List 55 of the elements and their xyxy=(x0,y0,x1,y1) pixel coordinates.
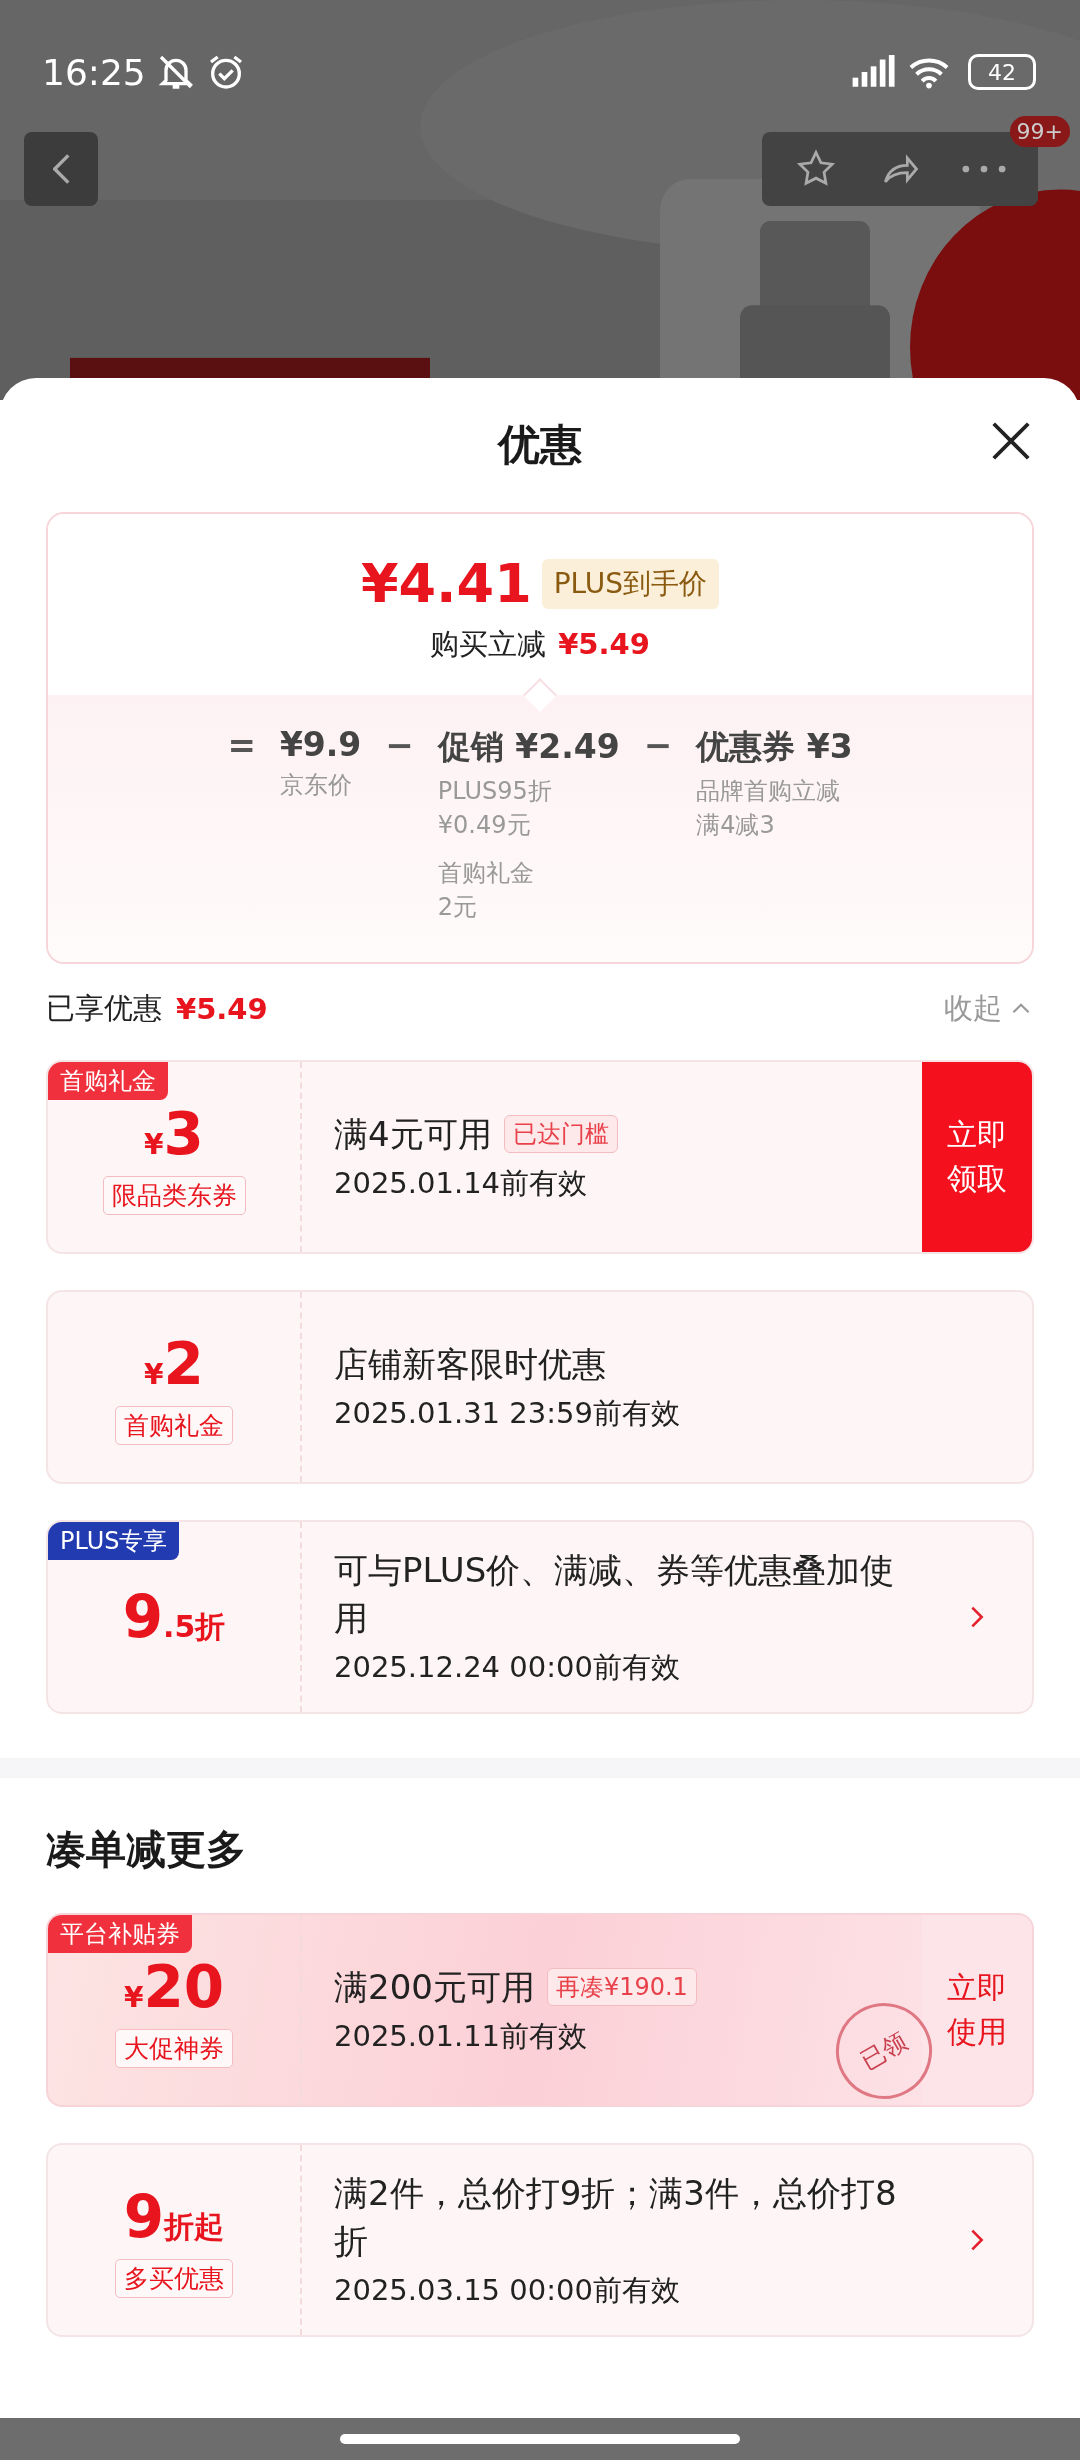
discount-amount: ¥5.49 xyxy=(176,992,268,1026)
threshold-badge: 已达门槛 xyxy=(503,1115,618,1153)
coupon-title: 满200元可用 xyxy=(334,1966,535,2009)
coupon-title: 可与PLUS价、满减、券等优惠叠加使用 xyxy=(334,1549,896,1640)
coupon-amount: ¥3 xyxy=(144,1099,204,1168)
section-title: 凑单减更多 xyxy=(45,1825,247,1874)
threshold-badge: 再凑¥190.1 xyxy=(546,1968,697,2006)
operator: = xyxy=(227,725,256,765)
coupon-tag: PLUS专享 xyxy=(48,1522,180,1560)
coupon-type-label: 限品类东券 xyxy=(102,1175,246,1215)
collapse-toggle[interactable]: 收起 xyxy=(944,989,1034,1029)
saving-label: 购买立减 xyxy=(430,626,547,663)
breakdown-amount: ¥9.9 xyxy=(279,725,362,764)
sheet-title: 优惠 xyxy=(498,419,582,471)
operator: − xyxy=(643,725,673,765)
breakdown-note: 满4减3 xyxy=(696,810,776,841)
coupon-amount: 9折起 xyxy=(123,2182,225,2251)
use-button[interactable]: 立即使用 xyxy=(922,1915,1032,2105)
breakdown-amount: 优惠券 ¥3 xyxy=(696,726,853,768)
notification-badge: 99+ xyxy=(1009,116,1070,147)
claim-button[interactable]: 立即领取 xyxy=(922,1062,1032,1252)
breakdown-amount: 促销 ¥2.49 xyxy=(437,726,620,768)
chevron-left-icon xyxy=(52,153,70,185)
clock-time: 16:25 xyxy=(42,51,146,93)
coupon-title: 满4元可用 xyxy=(334,1113,492,1156)
coupon-tag: 首购礼金 xyxy=(48,1062,168,1100)
operator: − xyxy=(385,725,414,765)
coupon-type-label: 多买优惠 xyxy=(115,2258,233,2298)
breakdown-note: 品牌首购立减 xyxy=(696,776,842,807)
coupon-amount: ¥20 xyxy=(123,1952,225,2021)
coupon-title: 店铺新客限时优惠 xyxy=(334,1343,606,1386)
coupon-type-label: 首购礼金 xyxy=(115,1405,233,1445)
saving-amount: ¥5.49 xyxy=(558,627,650,661)
final-price: ¥4.41 xyxy=(360,552,532,615)
coupon-tag: 平台补贴券 xyxy=(48,1915,192,1953)
signal-icon xyxy=(850,55,896,89)
coupon-amount: 9.5折 xyxy=(122,1583,226,1651)
more-icon xyxy=(962,165,1006,173)
expiry-date: 2025.01.11前有效 xyxy=(334,2018,588,2055)
price-tag: PLUS到手价 xyxy=(541,558,720,609)
coupon-title: 满2件，总价打9折；满3件，总价打8折 xyxy=(334,2172,898,2263)
breakdown-note: ¥0.49元 xyxy=(437,810,532,841)
expiry-date: 2025.01.31 23:59前有效 xyxy=(334,1395,680,1432)
coupon-type-label: 大促神券 xyxy=(115,2028,233,2068)
discount-label: 已享优惠 xyxy=(46,990,162,1027)
expiry-date: 2025.12.24 00:00前有效 xyxy=(334,1649,680,1686)
breakdown-note: PLUS95折 xyxy=(437,776,553,807)
expiry-date: 2025.03.15 00:00前有效 xyxy=(334,2272,680,2309)
back-button[interactable] xyxy=(24,132,98,206)
coupon-amount: ¥2 xyxy=(144,1329,204,1398)
breakdown-note: 京东价 xyxy=(279,770,353,801)
battery-icon: 42 xyxy=(968,54,1036,90)
breakdown-note: 2元 xyxy=(437,892,479,923)
expiry-date: 2025.01.14前有效 xyxy=(334,1165,588,1202)
breakdown-note: 首购礼金 xyxy=(437,858,535,889)
